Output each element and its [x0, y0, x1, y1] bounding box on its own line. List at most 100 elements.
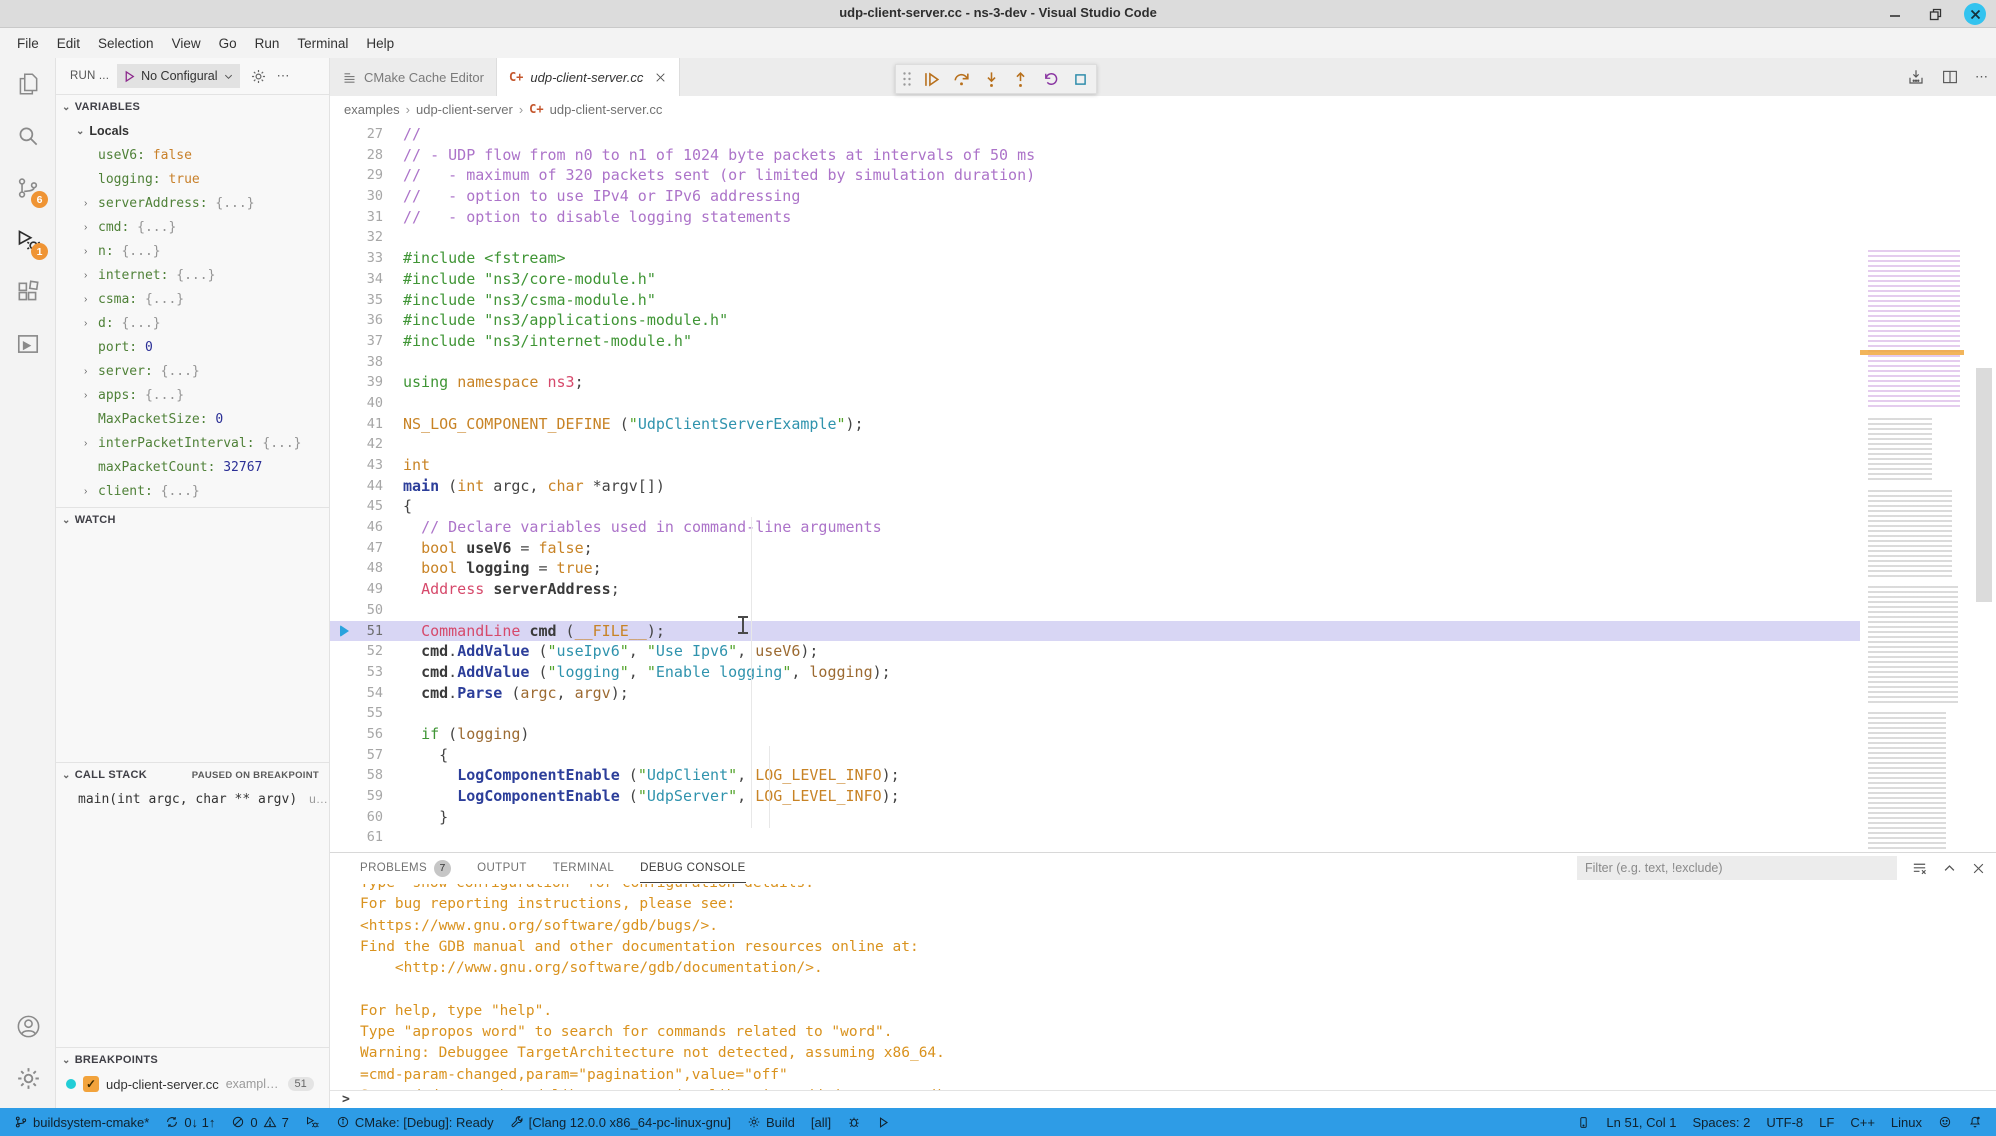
variable-row-internet[interactable]: ›internet: {...}: [56, 263, 329, 287]
variable-row-useV6[interactable]: useV6: false: [56, 143, 329, 167]
variable-row-maxPacketCount[interactable]: maxPacketCount: 32767: [56, 455, 329, 479]
stack-frame[interactable]: main(int argc, char ** argv)u…: [56, 787, 329, 811]
status-item-screen[interactable]: [1569, 1108, 1598, 1136]
code-line-49[interactable]: 49 Address serverAddress;: [330, 579, 1862, 600]
breakpoints-section-header[interactable]: ⌄BREAKPOINTS: [56, 1048, 329, 1072]
tray-download-icon[interactable]: [1907, 68, 1925, 86]
code-editor[interactable]: 27//28// - UDP flow from n0 to n1 of 102…: [330, 122, 1996, 852]
status-item-0[interactable]: 07: [223, 1108, 296, 1136]
code-line-54[interactable]: 54 cmd.Parse (argc, argv);: [330, 683, 1862, 704]
menu-item-go[interactable]: Go: [210, 32, 246, 55]
variable-row-csma[interactable]: ›csma: {...}: [56, 287, 329, 311]
variable-row-server[interactable]: ›server: {...}: [56, 359, 329, 383]
explorer-icon[interactable]: [0, 58, 56, 110]
expand-chevron-icon[interactable]: ›: [84, 486, 98, 497]
watch-section-header[interactable]: ⌄WATCH: [56, 508, 329, 532]
code-line-29[interactable]: 29// - maximum of 320 packets sent (or l…: [330, 165, 1862, 186]
breadcrumb-item[interactable]: udp-client-server: [416, 102, 513, 117]
variable-row-port[interactable]: port: 0: [56, 335, 329, 359]
panel-tab-terminal[interactable]: TERMINAL: [553, 853, 614, 883]
status-item-utf-8[interactable]: UTF-8: [1758, 1108, 1811, 1136]
code-line-36[interactable]: 36#include "ns3/applications-module.h": [330, 310, 1862, 331]
code-line-61[interactable]: 61: [330, 827, 1862, 848]
panel-tab-problems[interactable]: PROBLEMS7: [360, 853, 451, 883]
code-line-56[interactable]: 56 if (logging): [330, 724, 1862, 745]
code-line-32[interactable]: 32: [330, 227, 1862, 248]
close-window-icon[interactable]: [1964, 3, 1986, 25]
code-line-35[interactable]: 35#include "ns3/csma-module.h": [330, 290, 1862, 311]
variable-row-n[interactable]: ›n: {...}: [56, 239, 329, 263]
split-editor-icon[interactable]: [1941, 68, 1959, 86]
drag-grip-icon[interactable]: [902, 71, 912, 87]
variable-row-logging[interactable]: logging: true: [56, 167, 329, 191]
code-line-50[interactable]: 50: [330, 600, 1862, 621]
more-actions-icon[interactable]: ⋯: [277, 68, 290, 84]
more-actions-icon[interactable]: ⋯: [1975, 69, 1988, 85]
code-line-42[interactable]: 42: [330, 434, 1862, 455]
code-line-30[interactable]: 30// - option to use IPv4 or IPv6 addres…: [330, 186, 1862, 207]
code-line-39[interactable]: 39using namespace ns3;: [330, 372, 1862, 393]
panel-tab-debug-console[interactable]: DEBUG CONSOLE: [640, 853, 746, 883]
status-item-clang-12-0-0-x86-64-pc-linux-gnu[interactable]: [Clang 12.0.0 x86_64-pc-linux-gnu]: [502, 1108, 739, 1136]
menu-item-help[interactable]: Help: [357, 32, 403, 55]
menu-item-terminal[interactable]: Terminal: [288, 32, 357, 55]
run-and-debug-icon[interactable]: 1: [0, 214, 56, 266]
expand-chevron-icon[interactable]: ›: [84, 390, 98, 401]
source-control-icon[interactable]: 6: [0, 162, 56, 214]
continue-icon[interactable]: [922, 68, 942, 90]
status-item-feedback[interactable]: [1930, 1108, 1960, 1136]
settings-gear-icon[interactable]: [0, 1052, 56, 1104]
variable-row-d[interactable]: ›d: {...}: [56, 311, 329, 335]
variable-row-cmd[interactable]: ›cmd: {...}: [56, 215, 329, 239]
code-line-60[interactable]: 60 }: [330, 807, 1862, 828]
search-icon[interactable]: [0, 110, 56, 162]
editor-scrollbar[interactable]: [1972, 244, 1996, 852]
code-line-46[interactable]: 46 // Declare variables used in command-…: [330, 517, 1862, 538]
status-item-c++[interactable]: C++: [1842, 1108, 1883, 1136]
breadcrumb-item[interactable]: udp-client-server.cc: [550, 102, 663, 117]
step-out-icon[interactable]: [1011, 68, 1031, 90]
step-into-icon[interactable]: [981, 68, 1001, 90]
expand-chevron-icon[interactable]: ›: [84, 366, 98, 377]
expand-chevron-icon[interactable]: ›: [84, 270, 98, 281]
restore-icon[interactable]: [1924, 3, 1946, 25]
restart-icon[interactable]: [1041, 68, 1061, 90]
menu-item-selection[interactable]: Selection: [89, 32, 163, 55]
breadcrumb-item[interactable]: examples: [344, 102, 400, 117]
menu-item-view[interactable]: View: [163, 32, 210, 55]
code-line-28[interactable]: 28// - UDP flow from n0 to n1 of 1024 by…: [330, 145, 1862, 166]
locals-scope[interactable]: ⌄Locals: [56, 119, 329, 143]
close-tab-icon[interactable]: [654, 71, 667, 84]
menu-item-edit[interactable]: Edit: [48, 32, 89, 55]
menu-item-file[interactable]: File: [8, 32, 48, 55]
variable-row-apps[interactable]: ›apps: {...}: [56, 383, 329, 407]
code-line-40[interactable]: 40: [330, 393, 1862, 414]
clear-console-icon[interactable]: [1911, 860, 1928, 877]
scrollbar-thumb[interactable]: [1976, 368, 1992, 602]
status-item-lf[interactable]: LF: [1811, 1108, 1842, 1136]
step-over-icon[interactable]: [952, 68, 972, 90]
code-line-44[interactable]: 44main (int argc, char *argv[]): [330, 476, 1862, 497]
tab-cmake-cache-editor[interactable]: CMake Cache Editor: [330, 58, 497, 96]
console-filter-input[interactable]: [1577, 856, 1897, 880]
code-line-58[interactable]: 58 LogComponentEnable ("UdpClient", LOG_…: [330, 765, 1862, 786]
panel-tab-output[interactable]: OUTPUT: [477, 853, 527, 883]
status-item-debug-alt[interactable]: [297, 1108, 328, 1136]
code-line-47[interactable]: 47 bool useV6 = false;: [330, 538, 1862, 559]
status-item-ln-51-col-1[interactable]: Ln 51, Col 1: [1598, 1108, 1684, 1136]
code-line-38[interactable]: 38: [330, 352, 1862, 373]
status-item-play[interactable]: [869, 1108, 898, 1136]
expand-chevron-icon[interactable]: ›: [84, 198, 98, 209]
status-item-bug[interactable]: [839, 1108, 869, 1136]
code-line-52[interactable]: 52 cmd.AddValue ("useIpv6", "Use Ipv6", …: [330, 641, 1862, 662]
status-item-0-1[interactable]: 0↓ 1↑: [157, 1108, 223, 1136]
code-line-27[interactable]: 27//: [330, 124, 1862, 145]
debug-console-input[interactable]: >: [330, 1090, 1996, 1108]
start-debug-icon[interactable]: [123, 70, 136, 83]
variables-section-header[interactable]: ⌄VARIABLES: [56, 95, 329, 119]
status-item-build[interactable]: Build: [739, 1108, 803, 1136]
extensions-icon[interactable]: [0, 266, 56, 318]
code-line-45[interactable]: 45{: [330, 496, 1862, 517]
debug-console-output[interactable]: Type "show configuration" for configurat…: [330, 884, 1996, 1090]
close-panel-icon[interactable]: [1971, 861, 1986, 876]
